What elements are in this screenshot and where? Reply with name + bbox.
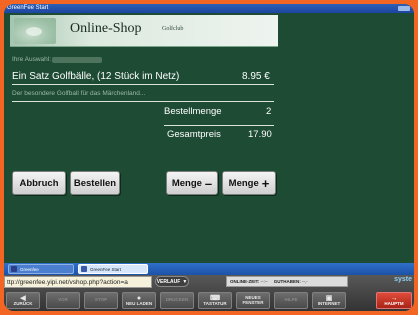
- total-label: Gesamtpreis: [167, 129, 221, 140]
- minus-icon: –: [204, 175, 213, 191]
- cancel-button-label: Abbruch: [19, 177, 59, 189]
- print-button[interactable]: DRUCKEN: [160, 292, 194, 309]
- stop-label: STOP: [94, 297, 108, 303]
- help-button[interactable]: HILFE: [274, 292, 308, 309]
- divider: [12, 101, 274, 102]
- selection-label: Ihre Auswahl:: [12, 56, 52, 63]
- app-icon: [81, 266, 87, 272]
- quantity-increase-button[interactable]: Menge +: [222, 171, 276, 195]
- kiosk-screen: GreenFee Start Online-Shop Golfclub Ihre…: [4, 4, 414, 311]
- quantity-increase-label: Menge: [228, 177, 259, 189]
- product-price: 8.95 €: [242, 71, 270, 82]
- kiosk-toolbar: ttp://greenfee.yipi.net/vshop.php?action…: [4, 275, 414, 311]
- quantity-decrease-label: Menge: [171, 177, 202, 189]
- taskbar-item-greenfee[interactable]: Greenfee: [8, 264, 74, 274]
- order-button-label: Bestellen: [73, 177, 117, 189]
- taskbar-item-greenfee-start[interactable]: GreenFee Start: [78, 264, 148, 274]
- shop-content: Online-Shop Golfclub Ihre Auswahl: Ein S…: [4, 13, 414, 263]
- window-controls[interactable]: [398, 6, 410, 11]
- quantity-label: Bestellmenge: [164, 106, 222, 117]
- home-label: HAUPTM: [384, 300, 404, 306]
- logo-mark-icon: [26, 27, 42, 36]
- help-label: HILFE: [284, 297, 298, 303]
- shop-header: Online-Shop Golfclub: [10, 15, 278, 47]
- selection-id-redacted: [52, 57, 102, 63]
- shop-title: Online-Shop: [70, 21, 142, 36]
- app-icon: [11, 266, 17, 272]
- reload-label: NEU LADEN: [125, 300, 153, 306]
- session-info: ONLINE-ZEIT: --:-- GUTHABEN: --,-: [226, 276, 348, 287]
- back-button[interactable]: ◀ ZURÜCK: [6, 292, 40, 309]
- forward-button[interactable]: VOR: [46, 292, 80, 309]
- credit-label: GUTHABEN:: [273, 279, 301, 284]
- history-label: VERLAUF: [156, 278, 181, 285]
- divider: [164, 125, 274, 126]
- order-button[interactable]: Bestellen: [70, 171, 120, 195]
- chevron-down-icon: ▼: [182, 278, 188, 285]
- golf-course-logo: [14, 18, 56, 44]
- home-button[interactable]: → HAUPTM: [376, 292, 412, 309]
- internet-button[interactable]: ▣ INTERNET: [312, 292, 346, 309]
- window-title: GreenFee Start: [7, 5, 49, 11]
- history-button[interactable]: VERLAUF ▼: [155, 276, 189, 287]
- product-description: Der besondere Golfball für das Märchenla…: [12, 90, 146, 97]
- online-time-value: --:--: [260, 279, 268, 284]
- print-label: DRUCKEN: [165, 297, 189, 303]
- taskbar-item-label: GreenFee Start: [90, 266, 122, 272]
- quantity-decrease-button[interactable]: Menge –: [166, 171, 218, 195]
- plus-icon: +: [261, 175, 270, 191]
- window-titlebar: GreenFee Start: [4, 4, 414, 13]
- product-name: Ein Satz Golfbälle, (12 Stück im Netz): [12, 71, 180, 82]
- cancel-button[interactable]: Abbruch: [12, 171, 66, 195]
- back-label: ZURÜCK: [13, 300, 33, 306]
- url-field[interactable]: ttp://greenfee.yipi.net/vshop.php?action…: [4, 276, 152, 288]
- shop-subtitle: Golfclub: [162, 26, 184, 32]
- new-window-label: NEUES FENSTER: [242, 294, 264, 305]
- keyboard-button[interactable]: ⌨ TASTATUR: [198, 292, 232, 309]
- forward-label: VOR: [58, 297, 68, 303]
- total-value: 17.90: [248, 129, 272, 140]
- new-window-button[interactable]: NEUES FENSTER: [236, 292, 270, 309]
- internet-label: INTERNET: [317, 300, 341, 306]
- reload-button[interactable]: ● NEU LADEN: [122, 292, 156, 309]
- credit-value: --,-: [302, 279, 308, 284]
- taskbar: Greenfee GreenFee Start: [4, 263, 414, 275]
- keyboard-label: TASTATUR: [203, 300, 227, 306]
- taskbar-item-label: Greenfee: [20, 266, 39, 272]
- stop-button[interactable]: STOP: [84, 292, 118, 309]
- quantity-value: 2: [266, 106, 272, 117]
- online-time-label: ONLINE-ZEIT:: [230, 279, 260, 284]
- brand-logo: syste: [394, 276, 412, 283]
- divider: [12, 84, 274, 85]
